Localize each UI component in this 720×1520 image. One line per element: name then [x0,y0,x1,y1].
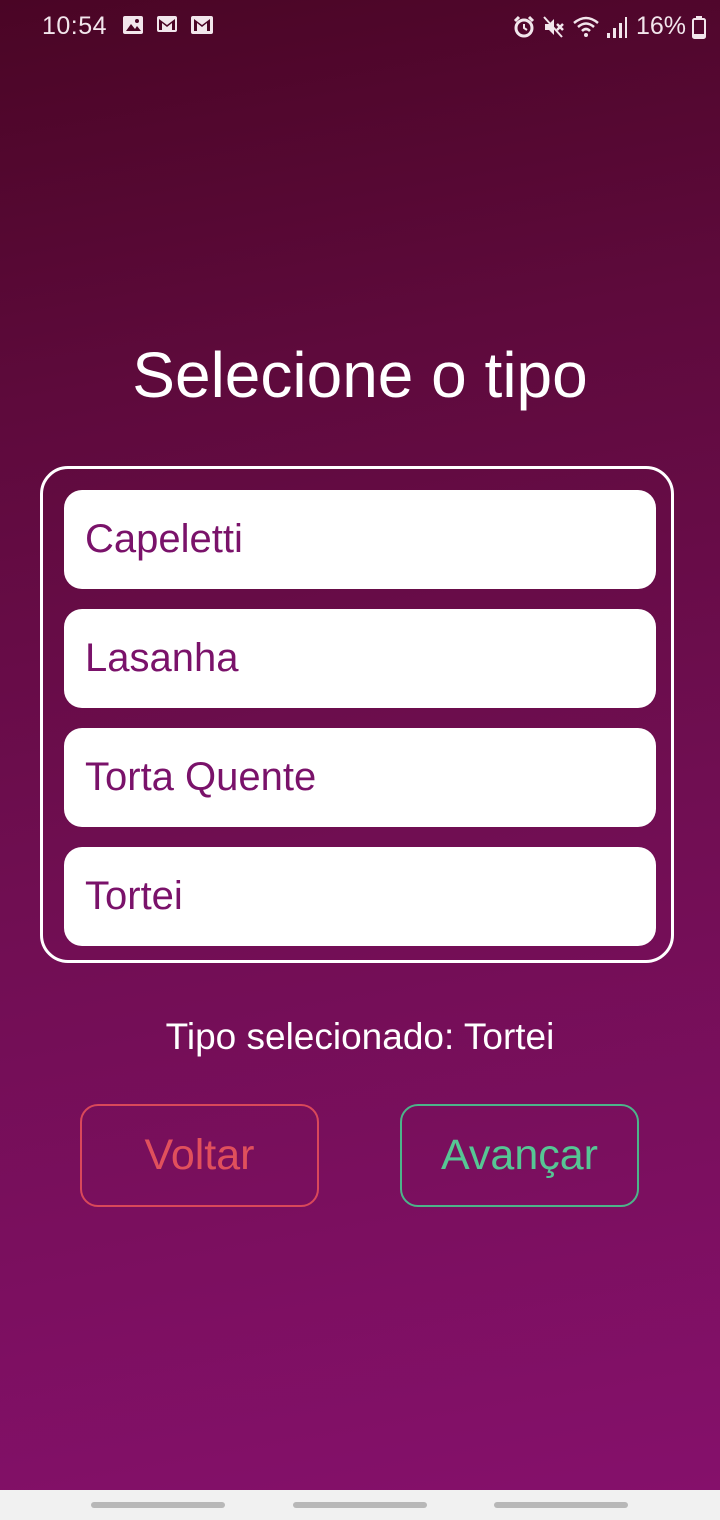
signal-icon [606,15,628,39]
wifi-icon [572,15,600,39]
list-item-tortei[interactable]: Tortei [64,847,656,946]
page-title: Selecione o tipo [132,339,588,411]
list-item-capeletti[interactable]: Capeletti [64,490,656,589]
battery-percentage: 16% [635,12,686,40]
next-button[interactable]: Avançar [400,1104,639,1207]
back-button[interactable]: Voltar [80,1104,319,1207]
list-item-torta-quente[interactable]: Torta Quente [64,728,656,827]
gmail-icon [190,15,214,37]
status-time: 10:54 [42,12,108,40]
mute-icon [542,15,566,39]
image-icon [122,15,146,37]
system-icons: 16% [512,12,706,41]
gmail-icon [156,15,180,37]
selected-type-label: Tipo selecionado: Tortei [165,1016,555,1057]
type-list: Capeletti Lasanha Torta Quente Tortei [40,466,674,963]
alarm-icon [512,15,536,39]
battery-icon [692,15,706,39]
list-item-lasanha[interactable]: Lasanha [64,609,656,708]
status-bar: 10:54 16% [0,0,720,56]
nav-home-button[interactable] [293,1502,427,1508]
navigation-bar [0,1490,720,1520]
notification-icons [122,15,214,37]
nav-recents-button[interactable] [91,1502,225,1508]
nav-back-button[interactable] [494,1502,628,1508]
